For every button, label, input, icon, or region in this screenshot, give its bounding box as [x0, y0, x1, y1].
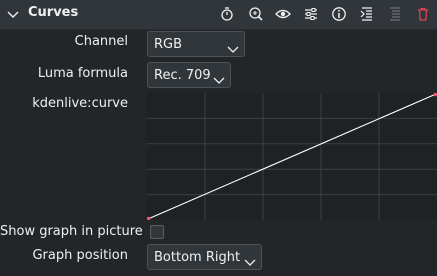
effect-title: Curves	[28, 5, 79, 20]
zoom-icon[interactable]	[248, 6, 264, 22]
curves-effect-panel: Curves Channel RGB Luma formula Rec. 709…	[0, 0, 437, 276]
channel-value: RGB	[154, 37, 183, 52]
luma-formula-label: Luma formula	[37, 66, 128, 81]
graph-position-value: Bottom Right	[154, 250, 241, 265]
sliders-icon[interactable]	[303, 6, 319, 22]
timer-icon[interactable]	[219, 6, 235, 22]
chevron-down-icon	[213, 70, 225, 84]
collapse-icon[interactable]	[359, 6, 375, 22]
luma-formula-value: Rec. 709	[154, 68, 211, 83]
curve-point-start[interactable]	[147, 216, 151, 220]
show-graph-checkbox[interactable]	[150, 225, 164, 239]
collapse-chevron-icon[interactable]	[6, 7, 20, 21]
info-icon[interactable]	[331, 6, 347, 22]
channel-combobox[interactable]: RGB	[147, 31, 245, 57]
curve-line	[147, 93, 437, 220]
curve-label: kdenlive:curve	[32, 96, 128, 111]
eye-icon[interactable]	[275, 6, 291, 22]
chevron-down-icon	[227, 39, 239, 53]
curve-editor[interactable]	[147, 93, 437, 220]
trash-icon[interactable]	[415, 6, 431, 22]
channel-label: Channel	[74, 34, 128, 49]
graph-position-label: Graph position	[32, 248, 128, 263]
graph-position-combobox[interactable]: Bottom Right	[147, 244, 262, 270]
group-icon[interactable]	[387, 6, 403, 22]
show-graph-label: Show graph in picture	[0, 224, 143, 239]
luma-formula-combobox[interactable]: Rec. 709	[147, 62, 231, 88]
chevron-down-icon	[244, 252, 256, 266]
effect-header: Curves	[0, 0, 437, 30]
